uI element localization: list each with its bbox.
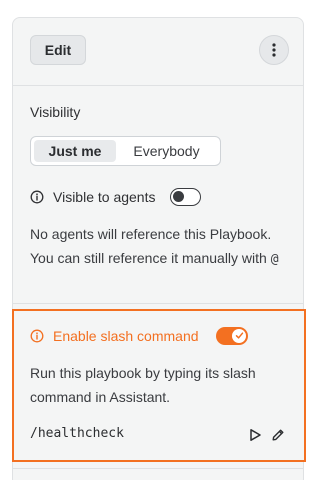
- visibility-option-just-me[interactable]: Just me: [34, 140, 116, 162]
- check-icon: [235, 327, 244, 345]
- mention-symbol: @: [270, 252, 279, 267]
- enable-slash-command-row: Enable slash command: [30, 325, 199, 347]
- info-icon: [30, 329, 44, 343]
- enable-slash-command-label: Enable slash command: [53, 328, 199, 344]
- edit-pencil-icon: [271, 428, 285, 442]
- slash-command-value: /healthcheck: [30, 426, 124, 441]
- visible-to-agents-row: Visible to agents: [30, 186, 155, 208]
- edit-button-label: Edit: [44, 42, 72, 58]
- visible-to-agents-label: Visible to agents: [53, 189, 156, 205]
- header-divider: [12, 85, 304, 86]
- agents-description: No agents will reference this Playbook. …: [30, 222, 280, 272]
- more-options-button[interactable]: [259, 35, 289, 65]
- info-icon: [30, 190, 44, 204]
- visibility-segmented-control: Just me Everybody: [30, 136, 221, 166]
- more-vertical-icon: [272, 43, 276, 57]
- visible-to-agents-toggle[interactable]: [170, 188, 201, 206]
- enable-slash-command-toggle[interactable]: [216, 327, 248, 345]
- edit-button[interactable]: Edit: [30, 35, 86, 65]
- slash-command-description: Run this playbook by typing its slash co…: [30, 365, 256, 405]
- toggle-knob: [232, 329, 246, 343]
- playbook-settings-page: Edit Visibility Just me Everybody Visibl…: [0, 0, 320, 480]
- agents-description-text: No agents will reference this Playbook. …: [30, 226, 272, 266]
- visibility-title: Visibility: [30, 104, 81, 120]
- bottom-divider: [12, 468, 304, 469]
- visibility-option-everybody[interactable]: Everybody: [116, 140, 217, 162]
- play-icon: [248, 428, 262, 442]
- toggle-knob: [173, 191, 184, 202]
- edit-command-button[interactable]: [270, 427, 286, 443]
- run-command-button[interactable]: [247, 427, 263, 443]
- visibility-divider: [12, 303, 304, 304]
